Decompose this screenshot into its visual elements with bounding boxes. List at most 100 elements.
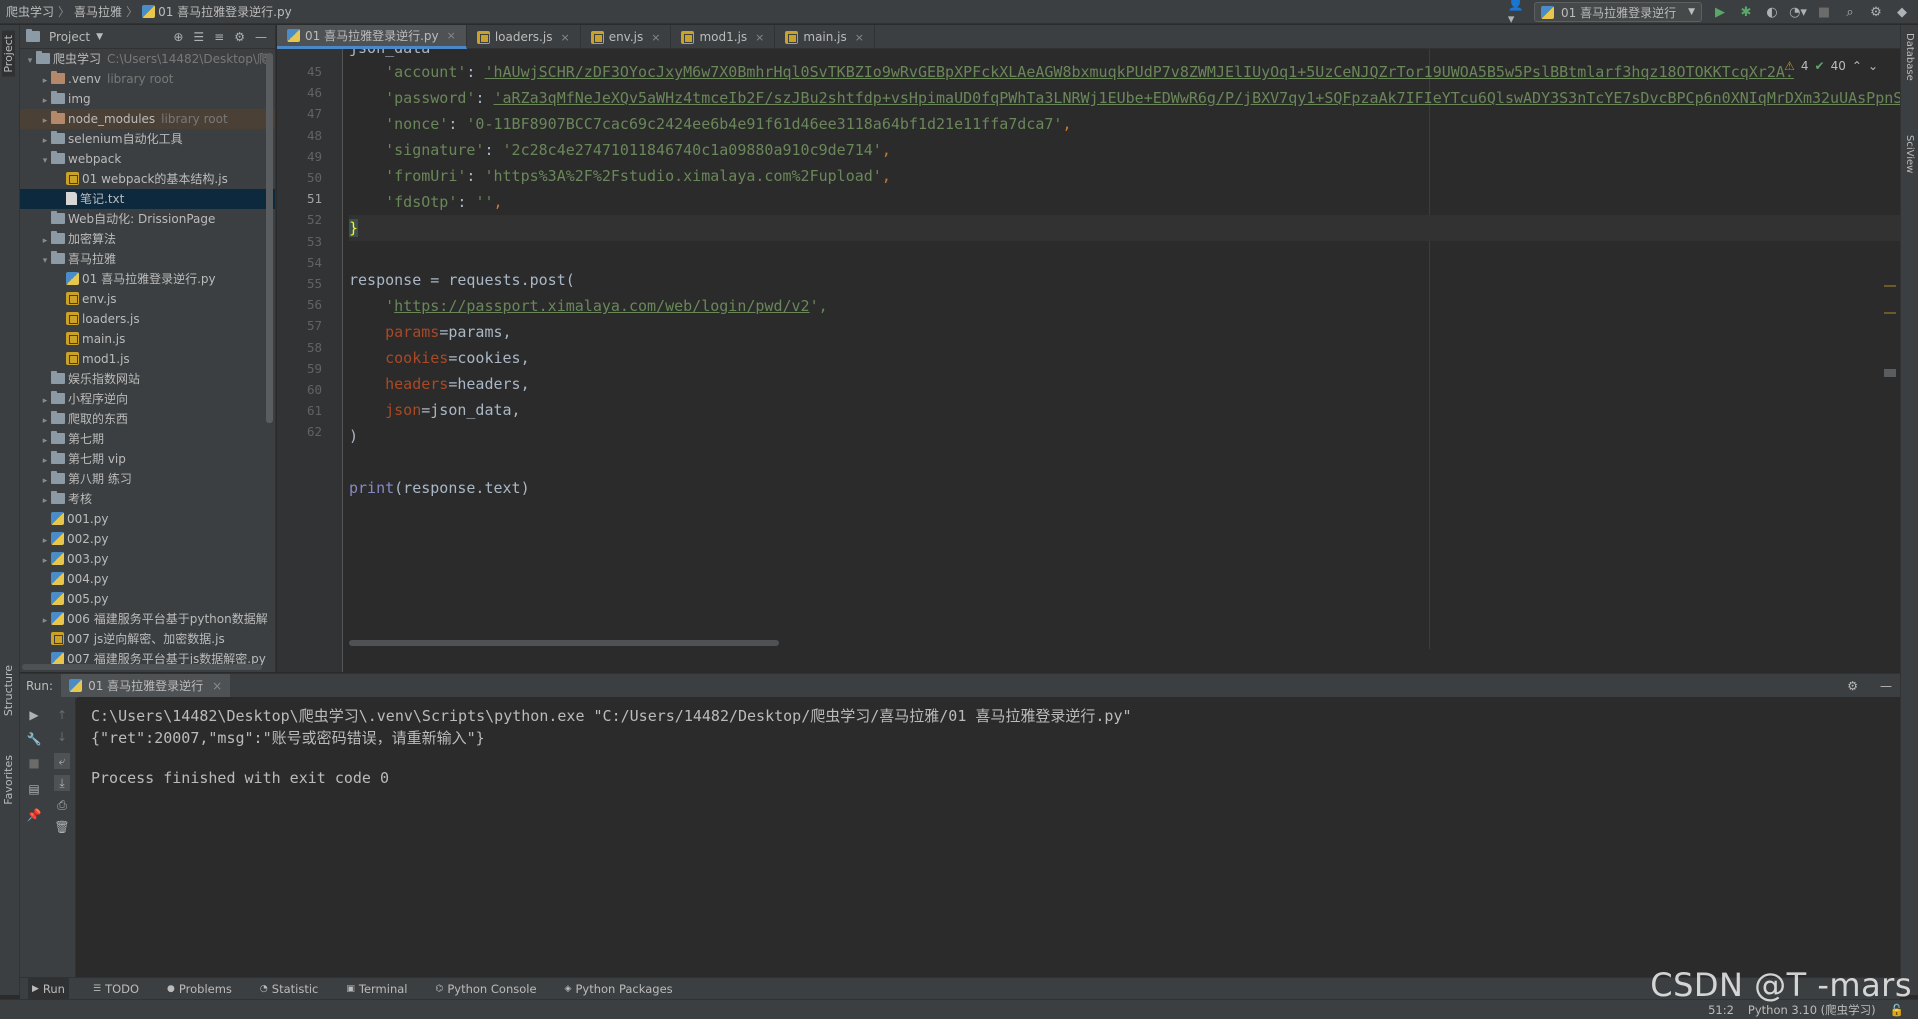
tree-item[interactable]: ▸ 003.py	[20, 549, 275, 569]
lock-icon[interactable]: 🔓	[1890, 1003, 1904, 1017]
editor-tab[interactable]: env.js ×	[581, 25, 672, 49]
tree-item[interactable]: env.js	[20, 289, 275, 309]
chevron-right-icon[interactable]: ▸	[39, 611, 51, 631]
collapse-all-icon[interactable]: ≡	[214, 30, 224, 44]
chevron-right-icon[interactable]: ▸	[39, 91, 51, 111]
chevron-down-icon[interactable]: ⌄	[1868, 59, 1878, 73]
close-icon[interactable]: ×	[855, 31, 864, 44]
print-icon[interactable]: ⎙	[54, 797, 70, 813]
settings-icon[interactable]: ⚙	[1868, 4, 1884, 20]
expand-all-icon[interactable]: ☰	[193, 30, 204, 44]
breadcrumb-root[interactable]: 爬虫学习	[6, 3, 54, 20]
tree-item[interactable]: loaders.js	[20, 309, 275, 329]
tree-item[interactable]: ▸ 小程序逆向	[20, 389, 275, 409]
tree-item[interactable]: ▸ 第七期	[20, 429, 275, 449]
editor-tab[interactable]: main.js ×	[775, 25, 875, 49]
caret-position[interactable]: 51:2	[1708, 1003, 1734, 1017]
error-stripe-mark[interactable]	[1884, 285, 1896, 287]
stop-icon[interactable]: ■	[1816, 4, 1832, 20]
chevron-right-icon[interactable]: ▸	[39, 491, 51, 511]
chevron-right-icon[interactable]: ▸	[39, 551, 51, 571]
tool-window-tab[interactable]: ▣ Terminal	[342, 978, 411, 1000]
tree-item[interactable]: 001.py	[20, 509, 275, 529]
soft-wrap-icon[interactable]: ⤶	[54, 753, 70, 769]
chevron-right-icon[interactable]: ▸	[39, 411, 51, 431]
locate-icon[interactable]: ⊕	[173, 30, 183, 44]
chevron-down-icon[interactable]: ▼	[96, 32, 103, 42]
gear-icon[interactable]: ⚙	[234, 30, 245, 44]
coverage-icon[interactable]: ◐	[1764, 4, 1780, 20]
wrench-icon[interactable]: 🔧	[26, 731, 42, 747]
trash-icon[interactable]: 🗑	[54, 819, 70, 835]
close-icon[interactable]: ×	[447, 29, 456, 42]
project-horizontal-scrollbar[interactable]	[22, 664, 262, 670]
close-icon[interactable]: ×	[560, 31, 569, 44]
editor-tab[interactable]: mod1.js ×	[671, 25, 776, 49]
chevron-down-icon[interactable]: ▾	[39, 151, 51, 171]
chevron-up-icon[interactable]: ⌃	[1852, 59, 1862, 73]
sciview-tool-tab[interactable]: SciView	[1904, 135, 1915, 173]
tree-item[interactable]: 005.py	[20, 589, 275, 609]
tool-window-tab[interactable]: ◈ Python Packages	[561, 978, 677, 1000]
tree-item[interactable]: ▸ img	[20, 89, 275, 109]
tree-item[interactable]: ▸ 考核	[20, 489, 275, 509]
chevron-right-icon[interactable]: ▸	[39, 451, 51, 471]
tree-item[interactable]: mod1.js	[20, 349, 275, 369]
minimize-icon[interactable]: —	[255, 30, 267, 44]
tree-item[interactable]: 笔记.txt	[20, 189, 275, 209]
close-icon[interactable]: ×	[212, 679, 222, 693]
chevron-right-icon[interactable]: ▸	[39, 431, 51, 451]
error-stripe-mark[interactable]	[1884, 369, 1896, 377]
stop-icon[interactable]: ■	[26, 755, 42, 771]
tree-item[interactable]: main.js	[20, 329, 275, 349]
tree-item[interactable]: ▸ 006 福建服务平台基于python数据解	[20, 609, 275, 629]
tree-item[interactable]: 娱乐指数网站	[20, 369, 275, 389]
gear-icon[interactable]: ⚙	[1847, 679, 1858, 693]
tree-item[interactable]: 01 webpack的基本结构.js	[20, 169, 275, 189]
inspection-widget[interactable]: ⚠ 4 ✔ 40 ⌃ ⌄	[1784, 59, 1878, 73]
profile-icon[interactable]: ◔▾	[1789, 4, 1807, 20]
pin-icon[interactable]: 📌	[26, 807, 42, 823]
code-area[interactable]: json_data 'account': 'hAUwjSCHR/zDF3OYoc…	[349, 49, 1900, 672]
tool-window-tab[interactable]: ▶ Run	[28, 977, 69, 1000]
editor-tab[interactable]: 01 喜马拉雅登录逆行.py ×	[277, 25, 467, 49]
scroll-to-end-icon[interactable]: ⤓	[54, 775, 70, 791]
run-icon[interactable]: ▶	[1712, 4, 1728, 20]
tree-item[interactable]: ▸ 第七期 vip	[20, 449, 275, 469]
tree-item[interactable]: ▾ 爬虫学习 C:\Users\14482\Desktop\爬	[20, 49, 275, 69]
run-console-output[interactable]: C:\Users\14482\Desktop\爬虫学习\.venv\Script…	[77, 697, 1900, 977]
chevron-right-icon[interactable]: ▸	[39, 471, 51, 491]
user-icon[interactable]: 👤▾	[1508, 0, 1524, 27]
tree-item[interactable]: Web自动化: DrissionPage	[20, 209, 275, 229]
favorites-tool-tab[interactable]: Favorites	[2, 755, 15, 805]
arrow-down-icon[interactable]: ↓	[54, 729, 70, 745]
minimize-icon[interactable]: —	[1880, 679, 1892, 693]
close-icon[interactable]: ×	[755, 31, 764, 44]
run-tab[interactable]: 01 喜马拉雅登录逆行 ×	[61, 673, 231, 698]
tree-item[interactable]: ▸ 加密算法	[20, 229, 275, 249]
tool-window-tab[interactable]: ◔ Statistic	[256, 978, 322, 1000]
project-tool-tab[interactable]: Project	[2, 31, 15, 77]
tree-item[interactable]: ▸ selenium自动化工具	[20, 129, 275, 149]
tree-item[interactable]: ▸ 第八期 练习	[20, 469, 275, 489]
debug-icon[interactable]: ✱	[1738, 4, 1754, 20]
arrow-up-icon[interactable]: ↑	[54, 707, 70, 723]
database-tool-tab[interactable]: Database	[1904, 33, 1915, 81]
chevron-right-icon[interactable]: ▸	[39, 231, 51, 251]
tree-item[interactable]: ▾ 喜马拉雅	[20, 249, 275, 269]
url-link[interactable]: https://passport.ximalaya.com/web/login/…	[394, 297, 809, 315]
chevron-right-icon[interactable]: ▸	[39, 391, 51, 411]
chevron-down-icon[interactable]: ▾	[24, 51, 36, 71]
tree-item[interactable]: 01 喜马拉雅登录逆行.py	[20, 269, 275, 289]
tool-window-tab[interactable]: ⌬ Python Console	[432, 978, 541, 1000]
tool-window-tab[interactable]: ● Problems	[163, 978, 236, 1000]
chevron-right-icon[interactable]: ▸	[39, 111, 51, 131]
chevron-right-icon[interactable]: ▸	[39, 71, 51, 91]
close-icon[interactable]: ×	[651, 31, 660, 44]
tool-window-tab[interactable]: ☰ TODO	[89, 978, 143, 1000]
project-panel-title[interactable]: Project	[49, 30, 90, 44]
tree-item[interactable]: ▾ webpack	[20, 149, 275, 169]
tree-item[interactable]: ▸ .venv library root	[20, 69, 275, 89]
search-icon[interactable]: ⌕	[1842, 4, 1858, 20]
breadcrumb-file[interactable]: 01 喜马拉雅登录逆行.py	[158, 3, 292, 20]
